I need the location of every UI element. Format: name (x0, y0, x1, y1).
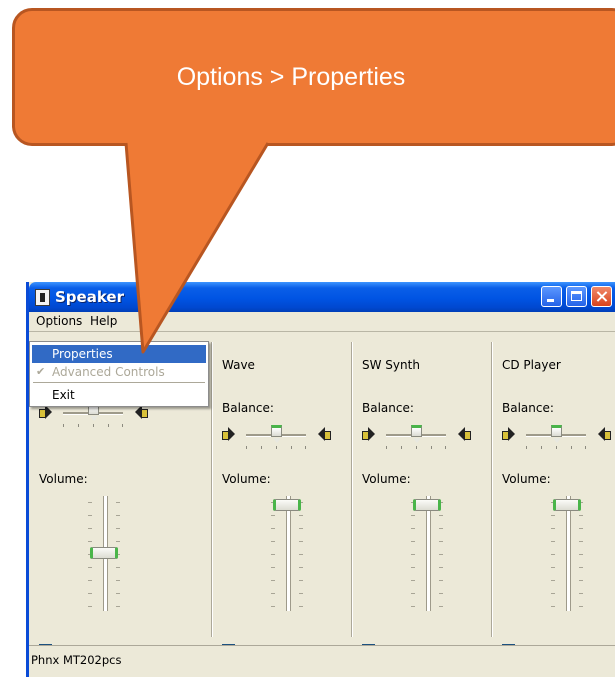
menu-separator (29, 331, 615, 332)
balance-ticks (246, 446, 306, 449)
volume-ticks-right (579, 502, 583, 607)
speaker-left-icon (502, 427, 515, 442)
volume-ticks-right (439, 502, 443, 607)
window-title: Speaker (55, 288, 124, 306)
volume-label: Volume: (39, 472, 88, 486)
volume-ticks-right (299, 502, 303, 607)
speaker-left-icon (362, 427, 375, 442)
balance-ticks (63, 424, 123, 427)
speaker-left-icon (222, 427, 235, 442)
speaker-right-icon (135, 405, 148, 420)
volume-control-icon[interactable] (35, 289, 50, 306)
balance-label: Balance: (222, 401, 274, 415)
checkmark-icon: ✔ (36, 365, 46, 378)
callout-text: Options > Properties (176, 63, 406, 91)
volume-ticks-left (551, 502, 555, 607)
channel-title: CD Player (502, 358, 561, 372)
close-button[interactable] (591, 286, 612, 307)
volume-track (566, 496, 571, 611)
menu-item-exit[interactable]: Exit (32, 386, 206, 404)
speaker-right-icon (598, 427, 611, 442)
menu-item-advanced-controls[interactable]: ✔ Advanced Controls (32, 363, 206, 381)
speaker-left-icon (39, 405, 52, 420)
volume-slider-thumb[interactable] (273, 499, 301, 511)
channel-divider (211, 342, 213, 637)
speaker-right-icon (318, 427, 331, 442)
volume-slider-thumb[interactable] (553, 499, 581, 511)
volume-label: Volume: (222, 472, 271, 486)
volume-slider-thumb[interactable] (90, 547, 118, 559)
status-bar: Phnx MT202pcs (29, 645, 615, 671)
channel-divider (351, 342, 353, 637)
balance-control (220, 422, 350, 452)
balance-ticks (526, 446, 586, 449)
volume-ticks-left (271, 502, 275, 607)
channel-divider (491, 342, 493, 637)
balance-control (500, 422, 615, 452)
menu-item-properties[interactable]: Properties (32, 345, 206, 363)
options-dropdown-menu: Properties ✔ Advanced Controls Exit (29, 341, 209, 407)
balance-label: Balance: (502, 401, 554, 415)
menu-item-exit-label: Exit (52, 388, 75, 402)
volume-slider[interactable] (84, 496, 124, 611)
title-bar[interactable]: Speaker (29, 282, 615, 312)
minimize-button[interactable] (541, 286, 562, 307)
balance-slider-thumb[interactable] (551, 425, 562, 443)
balance-label: Balance: (362, 401, 414, 415)
balance-control (360, 422, 490, 452)
callout-box: Options > Properties (12, 8, 615, 146)
channel-title: SW Synth (362, 358, 420, 372)
menu-bar: Options Help (29, 312, 615, 331)
menu-item-properties-label: Properties (52, 347, 113, 361)
menu-help[interactable]: Help (86, 314, 121, 328)
status-text: Phnx MT202pcs (31, 653, 122, 667)
menu-item-advanced-controls-label: Advanced Controls (52, 365, 165, 379)
balance-slider-thumb[interactable] (411, 425, 422, 443)
volume-slider[interactable] (547, 496, 587, 611)
menu-options[interactable]: Options (32, 314, 87, 328)
channel-1: WaveBalance:Volume:Mute (212, 336, 352, 658)
volume-label: Volume: (502, 472, 551, 486)
volume-slider[interactable] (267, 496, 307, 611)
volume-label: Volume: (362, 472, 411, 486)
speaker-right-icon (458, 427, 471, 442)
balance-slider-thumb[interactable] (271, 425, 282, 443)
volume-track (286, 496, 291, 611)
menu-divider (33, 382, 205, 383)
channel-3: CD PlayerBalance:Volume:Mute (492, 336, 615, 658)
volume-slider-thumb[interactable] (413, 499, 441, 511)
channel-title: Wave (222, 358, 255, 372)
maximize-button[interactable] (566, 286, 587, 307)
volume-track (426, 496, 431, 611)
volume-slider[interactable] (407, 496, 447, 611)
channel-2: SW SynthBalance:Volume:Mute (352, 336, 492, 658)
balance-ticks (386, 446, 446, 449)
volume-ticks-left (411, 502, 415, 607)
